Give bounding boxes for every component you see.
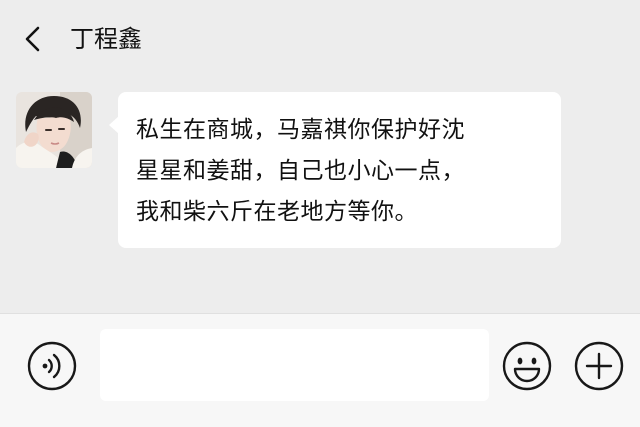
plus-circle-icon <box>574 341 624 391</box>
back-button[interactable] <box>16 21 52 57</box>
message-line: 星星和姜甜，自己也小心一点， <box>136 158 465 184</box>
chevron-left-icon <box>25 26 40 52</box>
message-bubble[interactable]: 私生在商城，马嘉祺你保护好沈 星星和姜甜，自己也小心一点， 我和柴六斤在老地方等… <box>109 92 561 248</box>
voice-icon <box>27 341 77 391</box>
emoji-button[interactable] <box>502 341 552 391</box>
bubble-tail <box>109 116 119 134</box>
avatar[interactable] <box>16 92 92 168</box>
contact-name: 丁程鑫 <box>70 25 142 53</box>
message-line: 私生在商城，马嘉祺你保护好沈 <box>136 117 465 143</box>
message-input[interactable] <box>100 329 489 401</box>
chat-header: 丁程鑫 <box>0 0 640 78</box>
message-line: 我和柴六斤在老地方等你。 <box>136 199 418 225</box>
more-button[interactable] <box>574 341 624 391</box>
voice-button[interactable] <box>27 341 77 391</box>
smiley-icon <box>502 341 552 391</box>
message-row: 私生在商城，马嘉祺你保护好沈 星星和姜甜，自己也小心一点， 我和柴六斤在老地方等… <box>16 90 624 260</box>
avatar-image <box>16 92 92 168</box>
input-bar <box>0 313 640 427</box>
